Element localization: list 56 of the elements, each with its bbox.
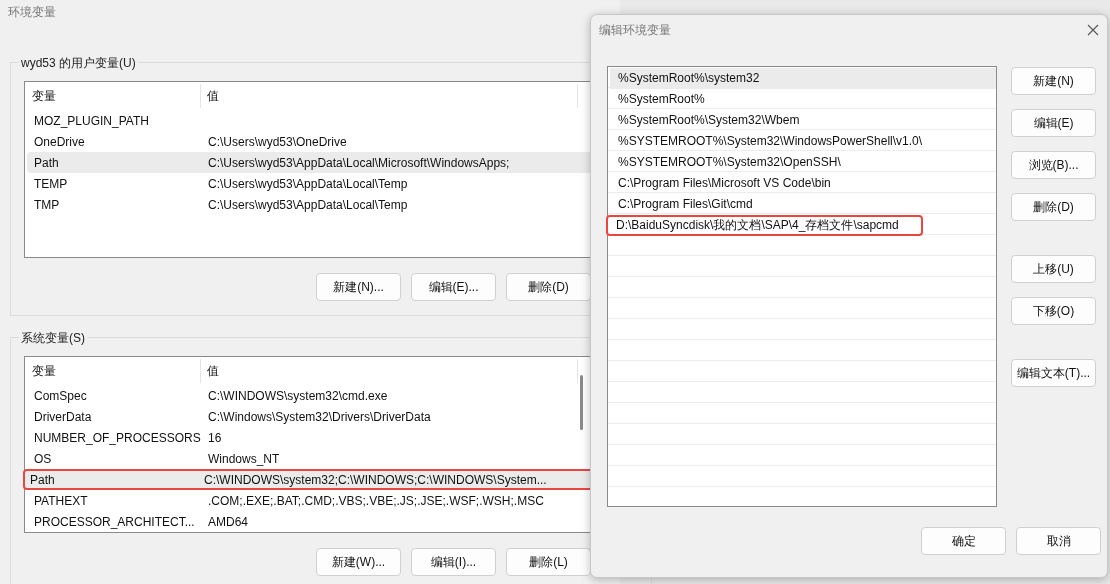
path-entry[interactable]: %SYSTEMROOT%\System32\OpenSSH\ — [610, 152, 996, 173]
path-entry[interactable]: %SystemRoot% — [610, 89, 996, 110]
variable-value: C:\Users\wyd53\AppData\Local\Temp — [207, 176, 408, 191]
variable-name: OS — [33, 451, 53, 466]
dialog-button[interactable]: 下移(O) — [1011, 297, 1096, 325]
variable-name: PATHEXT — [33, 493, 89, 508]
column-header[interactable]: 变量 — [25, 84, 201, 108]
path-entry[interactable]: C:\Program Files\Microsoft VS Code\bin — [610, 173, 996, 194]
variable-value: Windows_NT — [207, 451, 280, 466]
variable-value: C:\Users\wyd53\AppData\Local\Temp — [207, 197, 408, 212]
variable-value: 16 — [207, 430, 222, 445]
path-entry[interactable]: %SystemRoot%\System32\Wbem — [610, 110, 996, 131]
column-header[interactable]: 变量 — [25, 359, 201, 383]
group-title: 系统变量(S) — [19, 330, 87, 347]
dialog-button[interactable]: 删除(D) — [506, 273, 591, 301]
dialog-button[interactable]: 新建(N) — [1011, 67, 1096, 95]
group-title: wyd53 的用户变量(U) — [19, 55, 138, 72]
dialog-button[interactable]: 编辑(E) — [1011, 109, 1096, 137]
variable-name: ComSpec — [33, 388, 88, 403]
dialog-title: 编辑环境变量 — [599, 21, 671, 39]
variable-name: OneDrive — [33, 134, 86, 149]
dialog-button[interactable]: 上移(U) — [1011, 255, 1096, 283]
variable-name: TMP — [33, 197, 61, 212]
variable-name: PROCESSOR_ARCHITECT... — [33, 514, 196, 529]
variable-name: DriverData — [33, 409, 93, 424]
variable-value: C:\WINDOWS\system32\cmd.exe — [207, 388, 388, 403]
dialog-button[interactable]: 新建(N)... — [316, 273, 401, 301]
dialog-button[interactable]: 新建(W)... — [316, 548, 401, 576]
dialog-button[interactable]: 删除(D) — [1011, 193, 1096, 221]
variable-name: TEMP — [33, 176, 69, 191]
dialog-button[interactable]: 删除(L) — [506, 548, 591, 576]
variable-name: Path — [33, 155, 60, 170]
dialog-button[interactable]: 确定 — [921, 527, 1006, 555]
variable-value: C:\Users\wyd53\OneDrive — [207, 134, 347, 149]
dialog-button[interactable]: 浏览(B)... — [1011, 151, 1096, 179]
variable-value: .COM;.EXE;.BAT;.CMD;.VBS;.VBE;.JS;.JSE;.WSF;.WSH;.MSC — [207, 493, 544, 508]
column-header[interactable]: 值 — [201, 84, 578, 108]
variable-name: Path — [29, 472, 56, 487]
path-entry[interactable]: D:\BaiduSyncdisk\我的文档\SAP\4_存档文件\sapcmd — [606, 215, 923, 236]
column-header[interactable]: 值 — [201, 359, 578, 383]
path-entry[interactable]: %SYSTEMROOT%\System32\WindowsPowerShell\v1.0\ — [610, 131, 996, 152]
scrollbar-thumb[interactable] — [580, 375, 583, 430]
variable-value: C:\Users\wyd53\AppData\Local\Microsoft\WindowsApps; — [207, 155, 510, 170]
variable-value: C:\Windows\System32\Drivers\DriverData — [207, 409, 431, 424]
variable-value: C:\WINDOWS\system32;C:\WINDOWS;C:\WINDOWS\System... — [203, 472, 547, 487]
close-icon[interactable] — [1087, 24, 1099, 36]
variable-value: AMD64 — [207, 514, 248, 529]
variable-name: NUMBER_OF_PROCESSORS — [33, 430, 202, 445]
path-entry[interactable]: C:\Program Files\Git\cmd — [610, 194, 996, 215]
path-entry[interactable]: %SystemRoot%\system32 — [610, 68, 996, 89]
dialog-button[interactable]: 编辑(I)... — [411, 548, 496, 576]
dialog-button[interactable]: 取消 — [1016, 527, 1101, 555]
dialog-button[interactable]: 编辑文本(T)... — [1011, 359, 1096, 387]
variable-name: MOZ_PLUGIN_PATH — [33, 113, 150, 128]
dialog-button[interactable]: 编辑(E)... — [411, 273, 496, 301]
window-title: 环境变量 — [8, 3, 56, 21]
